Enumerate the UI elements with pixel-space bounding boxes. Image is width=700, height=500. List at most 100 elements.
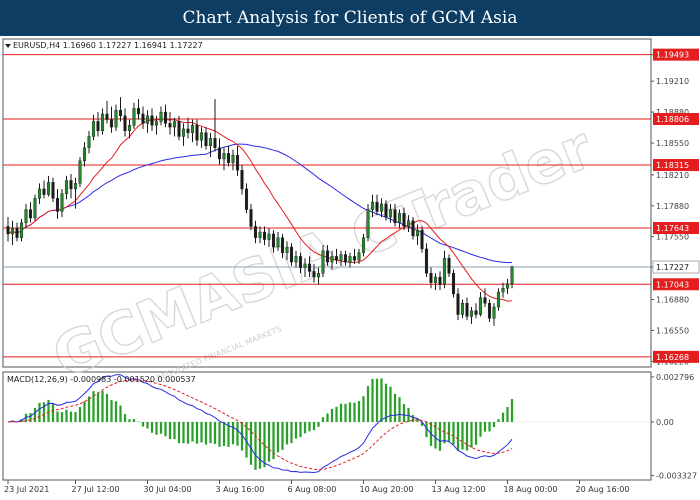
candle [492, 306, 496, 319]
candle [199, 132, 204, 141]
candle [343, 254, 348, 263]
candle [105, 113, 109, 120]
candle [33, 198, 37, 219]
x-tick-label: 30 Jul 04:00 [144, 485, 192, 494]
candle [208, 138, 213, 147]
candle [361, 237, 366, 253]
candle [19, 222, 24, 238]
candle [276, 237, 280, 248]
candle [438, 276, 442, 285]
candle [186, 128, 190, 133]
x-tick-label: 10 Aug 20:00 [360, 485, 414, 494]
candle [451, 273, 456, 295]
candle [204, 132, 208, 147]
candle [330, 256, 334, 263]
level-price-label: 1.19493 [656, 51, 689, 60]
candle [442, 258, 447, 285]
candle [469, 310, 474, 317]
candle [294, 256, 298, 263]
macd-label: MACD(12,26,9) -0.000983 -0.001520 0.0005… [7, 375, 196, 384]
candle [325, 250, 330, 263]
candle [370, 201, 375, 210]
level-price-label: 1.16268 [656, 353, 689, 362]
candle [505, 283, 510, 289]
candle [375, 201, 379, 212]
candle [10, 228, 15, 235]
candle [159, 111, 163, 122]
candle [136, 108, 141, 115]
candle [496, 291, 501, 308]
candle [240, 169, 244, 190]
macd-panel-frame [2, 371, 652, 481]
candle [118, 110, 123, 117]
candle [339, 254, 343, 261]
candle [456, 293, 460, 315]
x-tick-label: 23 Jul 2021 [4, 485, 49, 494]
candle [235, 155, 240, 171]
y-tick-label: 1.17880 [656, 202, 689, 211]
candle [487, 303, 492, 319]
y-tick-label: 1.16550 [656, 326, 689, 335]
candle [28, 209, 33, 219]
candle [51, 182, 55, 199]
candle [163, 111, 168, 124]
candle [64, 180, 69, 194]
candle [172, 121, 177, 128]
candle [42, 188, 46, 195]
candle [424, 248, 429, 274]
candle [249, 209, 253, 227]
candle [154, 121, 159, 126]
x-tick-label: 27 Jul 12:00 [72, 485, 120, 494]
candle [195, 125, 199, 141]
candle [37, 188, 42, 199]
x-tick-label: 20 Aug 16:00 [576, 485, 630, 494]
candle [289, 246, 294, 263]
candle [24, 209, 28, 223]
candle [145, 115, 150, 124]
x-tick-label: 18 Aug 00:00 [504, 485, 558, 494]
candle [82, 147, 87, 162]
y-tick-label: 1.17550 [656, 233, 689, 242]
symbol-ohlc-label: EURUSD,H4 1.16960 1.17227 1.16941 1.1722… [13, 41, 203, 50]
candle [384, 203, 388, 218]
candle [321, 250, 325, 274]
candle [429, 273, 433, 283]
candle [402, 213, 406, 227]
current-price-label: 1.17227 [656, 263, 689, 272]
candle [150, 115, 154, 126]
candle [334, 256, 339, 261]
candle [100, 113, 105, 132]
level-price-label: 1.18315 [656, 161, 689, 170]
y-tick-label: 1.16880 [656, 296, 689, 305]
candle [60, 193, 64, 212]
candle [307, 263, 312, 272]
candle [348, 256, 352, 263]
candle [474, 310, 478, 315]
candle [132, 108, 136, 126]
y-tick-label: 1.19210 [656, 77, 689, 86]
candle [433, 276, 438, 283]
candle [397, 213, 402, 223]
x-tick-label: 13 Aug 12:00 [432, 485, 486, 494]
x-tick-label: 3 Aug 16:00 [216, 485, 265, 494]
candle [393, 209, 397, 223]
candle [465, 303, 469, 317]
candle [141, 113, 145, 124]
candle [231, 155, 235, 163]
candle [69, 180, 73, 190]
candle [388, 209, 393, 218]
candle [123, 115, 127, 132]
candle [483, 297, 487, 304]
candle [46, 182, 51, 195]
x-tick-label: 6 Aug 08:00 [288, 485, 337, 494]
chart-area: GCMASIA CTraderREGULATED FINANCIAL MARKE… [2, 38, 700, 494]
candle [420, 229, 424, 250]
macd-y-tick-label: -0.003327 [656, 472, 697, 481]
candle [460, 303, 465, 315]
level-price-label: 1.17043 [656, 280, 689, 289]
candle [217, 147, 222, 160]
candle [501, 288, 505, 293]
candle [226, 153, 231, 163]
candle [253, 226, 258, 238]
candle [447, 258, 451, 274]
